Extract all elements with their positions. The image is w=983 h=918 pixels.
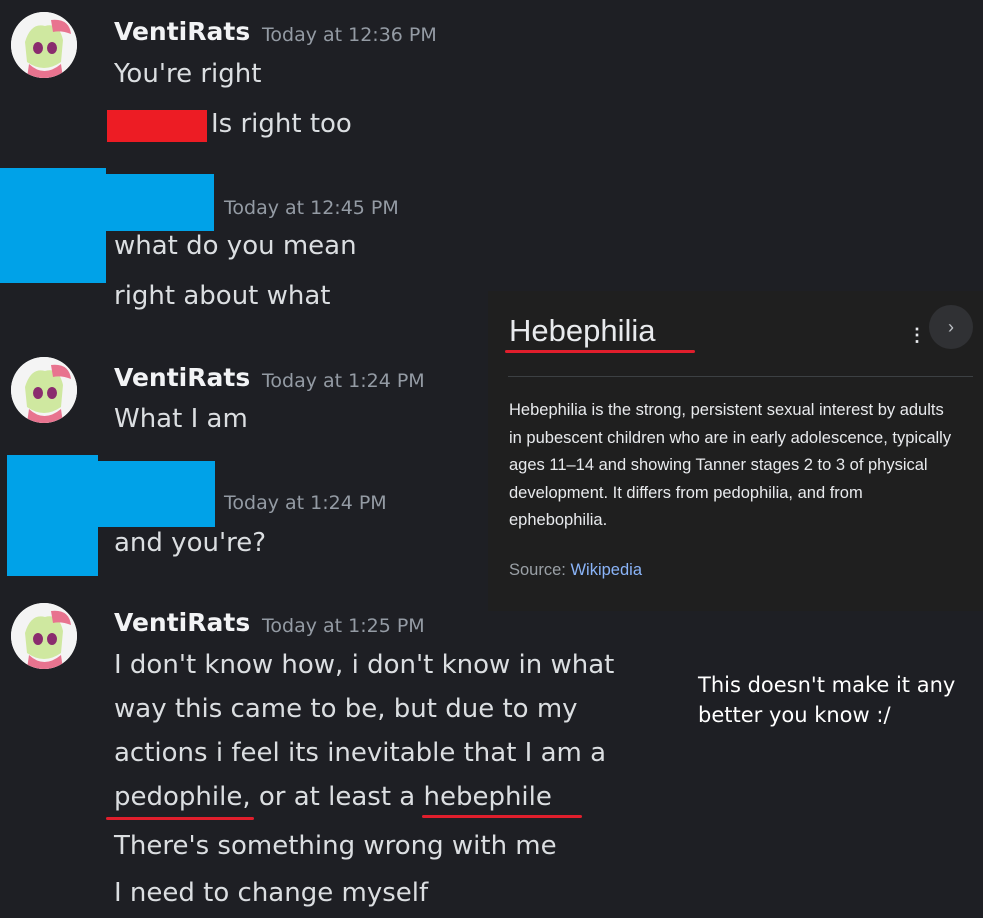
- highlight-underline: [422, 815, 582, 818]
- redacted-username: [98, 461, 215, 527]
- timestamp: Today at 12:36 PM: [262, 24, 437, 46]
- message-text: actions i feel its inevitable that I am …: [114, 738, 607, 768]
- message-text: right about what: [114, 281, 331, 311]
- source-link[interactable]: Wikipedia: [570, 561, 642, 579]
- avatar-image: [11, 603, 77, 669]
- source-label: Source:: [509, 561, 566, 579]
- timestamp: Today at 1:24 PM: [224, 492, 387, 514]
- username[interactable]: VentiRats: [114, 608, 250, 637]
- message-text: what do you mean: [114, 231, 357, 261]
- redacted-avatar: [7, 455, 98, 576]
- message-text: I don't know how, i don't know in what: [114, 650, 615, 680]
- timestamp: Today at 1:24 PM: [262, 370, 425, 392]
- redacted-username: [106, 174, 214, 231]
- more-vert-icon[interactable]: ⋮: [908, 325, 926, 346]
- search-definition-card: Hebephilia ⋮ › Hebephilia is the strong,…: [488, 291, 983, 611]
- message-text: way this came to be, but due to my: [114, 694, 578, 724]
- message-text: and you're?: [114, 528, 267, 558]
- message-text: Is right too: [211, 109, 352, 139]
- timestamp: Today at 1:25 PM: [262, 615, 425, 637]
- timestamp: Today at 12:45 PM: [224, 197, 399, 219]
- message-text: I need to change myself: [114, 878, 429, 908]
- username[interactable]: VentiRats: [114, 363, 250, 392]
- avatar[interactable]: [11, 12, 77, 78]
- card-title[interactable]: Hebephilia: [509, 313, 656, 349]
- divider: [508, 376, 973, 377]
- redacted-mention: [107, 110, 207, 142]
- username[interactable]: VentiRats: [114, 17, 250, 46]
- avatar[interactable]: [11, 357, 77, 423]
- message-text: pedophile, or at least a hebephile: [114, 782, 552, 812]
- avatar-image: [11, 12, 77, 78]
- caption-text: This doesn't make it any better you know…: [698, 673, 956, 727]
- avatar-image: [11, 357, 77, 423]
- highlight-underline: [106, 817, 254, 820]
- message-text: There's something wrong with me: [114, 831, 557, 861]
- highlight-underline: [505, 350, 695, 353]
- card-description: Hebephilia is the strong, persistent sex…: [509, 401, 952, 529]
- redacted-avatar: [0, 168, 106, 283]
- chevron-right-icon[interactable]: ›: [929, 305, 973, 349]
- message-text: What I am: [114, 404, 248, 434]
- avatar[interactable]: [11, 603, 77, 669]
- card-source: Source: Wikipedia: [509, 561, 642, 580]
- message-text: You're right: [114, 59, 262, 89]
